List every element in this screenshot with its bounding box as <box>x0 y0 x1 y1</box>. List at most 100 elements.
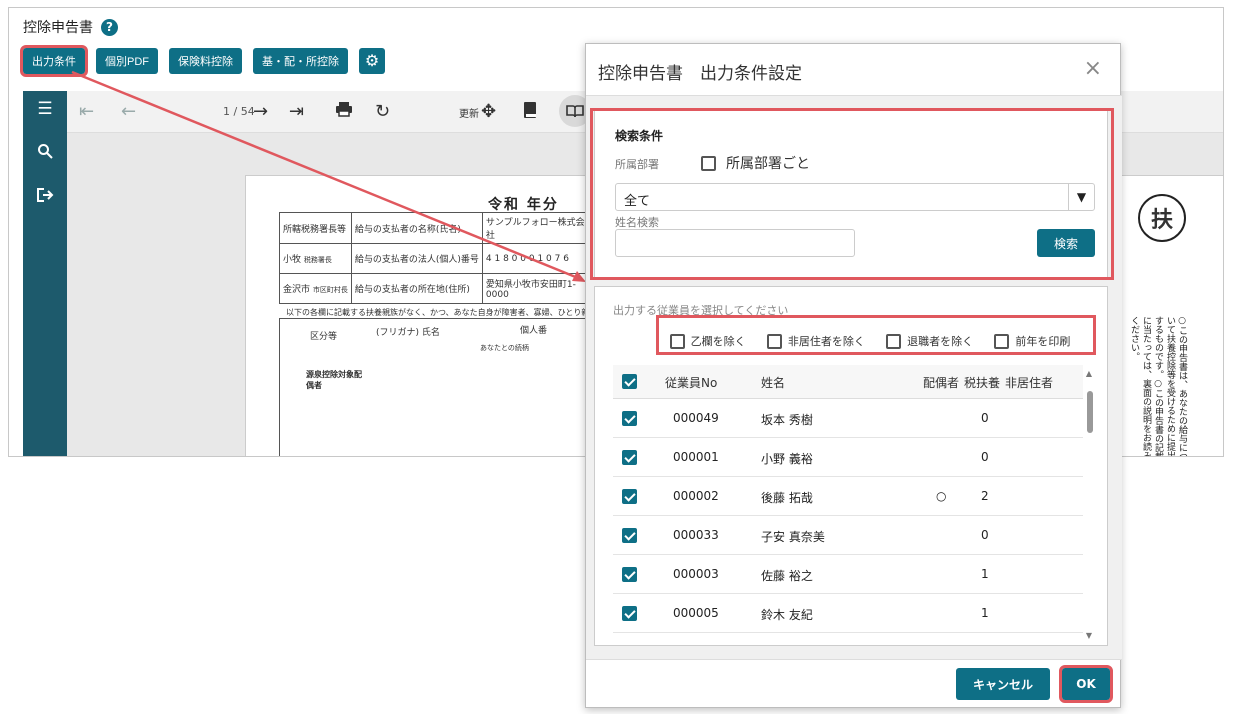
prev-page-icon[interactable]: ← <box>121 101 136 122</box>
scrollbar-thumb[interactable] <box>1087 391 1093 433</box>
scroll-down-icon[interactable]: ▼ <box>1084 631 1094 640</box>
row-checkbox[interactable] <box>622 606 637 621</box>
select-all-checkbox[interactable] <box>622 374 637 389</box>
dept-select[interactable]: 全て ▼ <box>615 183 1095 211</box>
exclude-retired-option[interactable]: 退職者を除く <box>886 333 973 349</box>
logout-icon[interactable] <box>23 187 67 208</box>
payer-number: 4 1 8 0 0 0 1 0 7 6 <box>481 243 593 274</box>
furigana-label: (フリガナ) 氏名 <box>376 328 440 338</box>
table-row[interactable]: 000001 小野 義裕 0 <box>613 439 1083 477</box>
print-icon[interactable] <box>335 101 353 122</box>
side-note: ○この申告書は、あなたの給与について扶養控除等を受けるために提出するものです。○… <box>1129 316 1187 457</box>
row-spouse: ○ <box>936 489 947 503</box>
payer-address-label: 給与の支払者の所在地(住所) <box>350 273 483 304</box>
search-button[interactable]: 検索 <box>1037 229 1095 257</box>
dept-label: 所属部署 <box>615 158 659 171</box>
list-hint: 出力する従業員を選択してください <box>613 304 789 317</box>
first-page-icon[interactable]: ⇤ <box>79 101 94 122</box>
chevron-down-icon[interactable]: ▼ <box>1068 184 1094 210</box>
row-checkbox[interactable] <box>622 528 637 543</box>
payer-name-label: 給与の支払者の名称(氏名) <box>350 212 483 244</box>
row-employee-no: 000005 <box>673 606 719 620</box>
exclude-otsu-option[interactable]: 乙欄を除く <box>669 333 746 349</box>
col-employee-no: 従業員No <box>665 376 718 390</box>
per-dept-label: 所属部署ごと <box>726 156 810 172</box>
app-title-bar: 控除申告書 ? <box>23 17 118 37</box>
table-header: 従業員No 姓名 配偶者 税扶養 非居住者 <box>613 365 1083 399</box>
row-employee-no: 000002 <box>673 489 719 503</box>
table-row[interactable]: 000049 坂本 秀樹 0 <box>613 400 1083 438</box>
document-title: 令和 年分 <box>488 197 559 213</box>
col-spouse: 配偶者 <box>923 376 960 390</box>
row-name: 子安 真奈美 <box>761 530 825 544</box>
row-checkbox[interactable] <box>622 411 637 426</box>
table-row[interactable]: 000005 鈴木 友紀 1 <box>613 595 1083 633</box>
personal-number-label: 個人番 <box>520 326 548 336</box>
row-name: 後藤 拓哉 <box>761 491 813 505</box>
document-header-table: 所轄税務署長等 給与の支払者の名称(氏名) サンプルフォロー株式会社 小牧 税務… <box>279 212 593 304</box>
class-label: 区分等 <box>310 332 338 342</box>
main-toolbar: 出力条件 個別PDF 保険料控除 基・配・所控除 ⚙ <box>20 45 385 77</box>
document-note: 以下の各欄に記載する扶養親族がなく、かつ、あなた自身が障害者、寡婦、ひとり親又 <box>286 308 598 317</box>
dept-select-value: 全て <box>624 194 651 209</box>
tax-office: 小牧 税務署長 <box>279 243 352 274</box>
row-dependents: 1 <box>981 567 989 581</box>
payer-address: 愛知県小牧市安田町1-0000 <box>481 273 593 304</box>
office-label: 所轄税務署長等 <box>279 212 352 244</box>
move-icon[interactable]: ✥ <box>481 101 496 122</box>
scroll-up-icon[interactable]: ▲ <box>1084 369 1094 378</box>
last-page-icon[interactable]: ⇥ <box>289 101 304 122</box>
basic-spouse-deduction-button[interactable]: 基・配・所控除 <box>253 48 348 74</box>
document-body-table: 区分等 (フリガナ) 氏名 個人番 あなたとの続柄 源泉控除対象配偶者 <box>279 318 609 456</box>
cancel-button[interactable]: キャンセル <box>956 668 1050 700</box>
row-checkbox[interactable] <box>622 567 637 582</box>
search-icon[interactable] <box>23 143 67 164</box>
payer-name: サンプルフォロー株式会社 <box>481 212 593 244</box>
row-dependents: 1 <box>981 606 989 620</box>
row-name: 鈴木 友紀 <box>761 608 813 622</box>
viewer-sidebar: ☰ <box>23 91 67 456</box>
close-icon[interactable]: × <box>1084 56 1102 81</box>
refresh-icon[interactable]: ↻ <box>375 101 390 122</box>
city: 金沢市 市区町村長 <box>279 273 352 304</box>
row-employee-no: 000033 <box>673 528 719 542</box>
col-nonresident: 非居住者 <box>1005 376 1054 390</box>
table-row[interactable]: 000033 子安 真奈美 0 <box>613 517 1083 555</box>
table-row[interactable]: 000003 佐藤 裕之 1 <box>613 556 1083 594</box>
page-indicator: 1 / 54 <box>223 105 255 118</box>
row-employee-no: 000049 <box>673 411 719 425</box>
exclude-nonresident-option[interactable]: 非居住者を除く <box>766 333 865 349</box>
insurance-deduction-button[interactable]: 保険料控除 <box>169 48 242 74</box>
relation-label: あなたとの続柄 <box>480 344 529 352</box>
row-checkbox[interactable] <box>622 450 637 465</box>
col-dependents: 税扶養 <box>964 376 1001 390</box>
refresh-label[interactable]: 更新 <box>459 105 479 120</box>
dialog-title: 控除申告書 出力条件設定 <box>598 64 802 84</box>
row-name: 佐藤 裕之 <box>761 569 813 583</box>
help-icon[interactable]: ? <box>101 18 118 36</box>
row-checkbox[interactable] <box>622 489 637 504</box>
col-name: 姓名 <box>761 376 786 390</box>
ok-button[interactable]: OK <box>1059 665 1113 703</box>
dialog-body: 検索条件 所属部署 所属部署ごと 全て ▼ 姓名検索 検索 出力する従業員を選択… <box>586 95 1122 660</box>
name-search-input[interactable] <box>615 229 855 257</box>
search-heading: 検索条件 <box>615 129 664 143</box>
per-dept-checkbox[interactable]: 所属部署ごと <box>701 153 810 173</box>
print-previous-year-option[interactable]: 前年を印刷 <box>994 333 1070 349</box>
filter-options: 乙欄を除く 非居住者を除く 退職者を除く 前年を印刷 <box>659 323 1081 359</box>
individual-pdf-button[interactable]: 個別PDF <box>96 48 158 74</box>
gear-icon[interactable]: ⚙ <box>359 48 385 74</box>
per-dept-checkbox-box[interactable] <box>701 155 716 171</box>
row-employee-no: 000001 <box>673 450 719 464</box>
row-employee-no: 000003 <box>673 567 719 581</box>
next-page-icon[interactable]: → <box>253 101 268 122</box>
row-name: 坂本 秀樹 <box>761 413 813 427</box>
output-conditions-button[interactable]: 出力条件 <box>20 45 88 77</box>
table-row[interactable]: 000002 後藤 拓哉 ○ 2 <box>613 478 1083 516</box>
row-dependents: 2 <box>981 489 989 503</box>
menu-icon[interactable]: ☰ <box>23 99 67 119</box>
row-name: 小野 義裕 <box>761 452 813 466</box>
employee-list-card: 出力する従業員を選択してください 乙欄を除く 非居住者を除く 退職者を除く 前年… <box>594 286 1108 646</box>
search-conditions-card: 検索条件 所属部署 所属部署ごと 全て ▼ 姓名検索 検索 <box>594 110 1108 278</box>
book-icon[interactable] <box>523 101 537 124</box>
